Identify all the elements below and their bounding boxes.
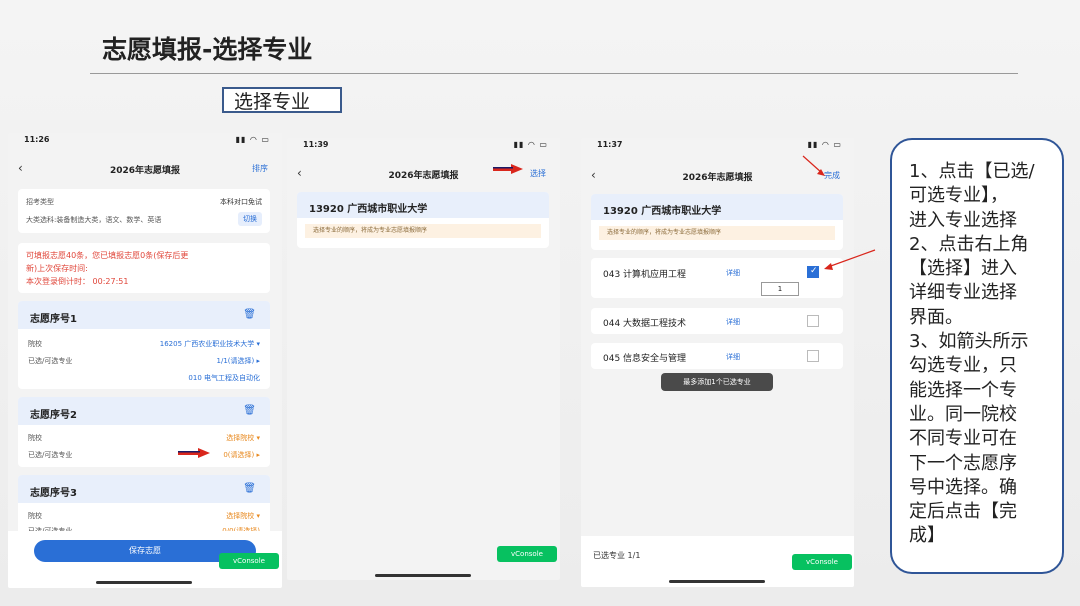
arrow-to-checkbox-head (824, 263, 833, 270)
arrow-to-checkbox (827, 249, 876, 268)
instruction-text: 1、点击【已选/ 可选专业】， 进入专业选择 2、点击右上角 【选择】进入 详细… (909, 161, 1035, 547)
arrow-to-done (802, 155, 823, 174)
instruction-callout: 1、点击【已选/ 可选专业】， 进入专业选择 2、点击右上角 【选择】进入 详细… (890, 138, 1064, 574)
